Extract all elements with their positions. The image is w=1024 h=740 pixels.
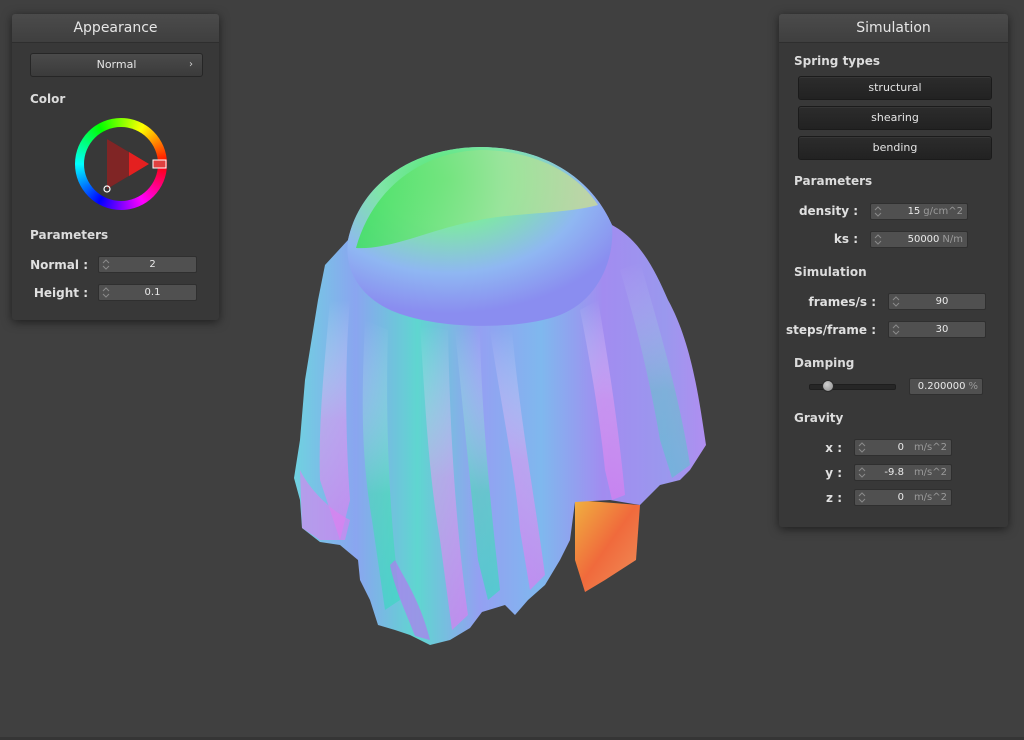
gravity-z-unit: m/s^2 <box>913 492 947 503</box>
steps-value: 30 <box>935 324 949 335</box>
damping-input[interactable]: 0.200000% <box>909 378 983 395</box>
spinner-icon[interactable] <box>858 466 866 479</box>
ks-label: ks : <box>833 232 858 246</box>
appearance-panel: Appearance Normal › Color Parameters Nor… <box>12 14 219 320</box>
shader-dropdown[interactable]: Normal › <box>30 53 203 77</box>
color-wheel[interactable] <box>73 116 169 212</box>
spring-types-label: Spring types <box>794 54 881 68</box>
gravity-z-label: z : <box>826 491 842 505</box>
spinner-icon[interactable] <box>102 258 110 271</box>
shearing-button[interactable]: shearing <box>798 106 992 130</box>
spinner-icon[interactable] <box>102 286 110 299</box>
spinner-icon[interactable] <box>874 233 882 246</box>
gravity-x-unit: m/s^2 <box>913 442 947 453</box>
damping-label: Damping <box>794 356 855 370</box>
frames-label: frames/s : <box>808 295 876 309</box>
damping-value: 0.200000 <box>917 381 966 392</box>
slider-knob[interactable] <box>822 380 834 392</box>
spinner-icon[interactable] <box>892 323 900 336</box>
simulation-panel: Simulation Spring types structural shear… <box>779 14 1008 527</box>
normal-input[interactable]: 2 <box>98 256 197 273</box>
chevron-right-icon: › <box>189 59 193 70</box>
height-input[interactable]: 0.1 <box>98 284 197 301</box>
gravity-y-input[interactable]: -9.8 m/s^2 <box>854 464 952 481</box>
simulation-section-label: Simulation <box>794 265 867 279</box>
gravity-label: Gravity <box>794 411 844 425</box>
spinner-icon[interactable] <box>874 205 882 218</box>
spinner-icon[interactable] <box>858 491 866 504</box>
normal-value: 2 <box>149 259 156 270</box>
steps-input[interactable]: 30 <box>888 321 986 338</box>
ks-value: 50000 <box>907 234 940 245</box>
gravity-y-label: y : <box>825 466 842 480</box>
gravity-y-unit: m/s^2 <box>913 467 947 478</box>
normal-label: Normal : <box>30 258 88 272</box>
color-section-label: Color <box>30 92 66 106</box>
ks-unit: N/m <box>942 234 963 245</box>
structural-button[interactable]: structural <box>798 76 992 100</box>
steps-label: steps/frame : <box>786 323 876 337</box>
gravity-z-value: 0 <box>897 492 904 503</box>
ks-input[interactable]: 50000 N/m <box>870 231 968 248</box>
shader-dropdown-label: Normal <box>96 58 137 71</box>
frames-value: 90 <box>935 296 949 307</box>
density-unit: g/cm^2 <box>923 206 963 217</box>
gravity-x-label: x : <box>825 441 842 455</box>
bending-button[interactable]: bending <box>798 136 992 160</box>
height-label: Height : <box>33 286 88 300</box>
gravity-x-value: 0 <box>897 442 904 453</box>
height-value: 0.1 <box>144 287 161 298</box>
simulation-panel-title: Simulation <box>779 14 1008 43</box>
frames-input[interactable]: 90 <box>888 293 986 310</box>
damping-unit: % <box>968 381 978 392</box>
appearance-panel-title: Appearance <box>12 14 219 43</box>
spinner-icon[interactable] <box>858 441 866 454</box>
appearance-parameters-label: Parameters <box>30 228 109 242</box>
density-input[interactable]: 15 g/cm^2 <box>870 203 968 220</box>
density-label: density : <box>798 204 858 218</box>
density-value: 15 <box>907 206 921 217</box>
simulation-parameters-label: Parameters <box>794 174 873 188</box>
spinner-icon[interactable] <box>892 295 900 308</box>
cloth-inner-flap <box>575 500 640 592</box>
gravity-y-value: -9.8 <box>884 467 904 478</box>
gravity-x-input[interactable]: 0 m/s^2 <box>854 439 952 456</box>
gravity-z-input[interactable]: 0 m/s^2 <box>854 489 952 506</box>
